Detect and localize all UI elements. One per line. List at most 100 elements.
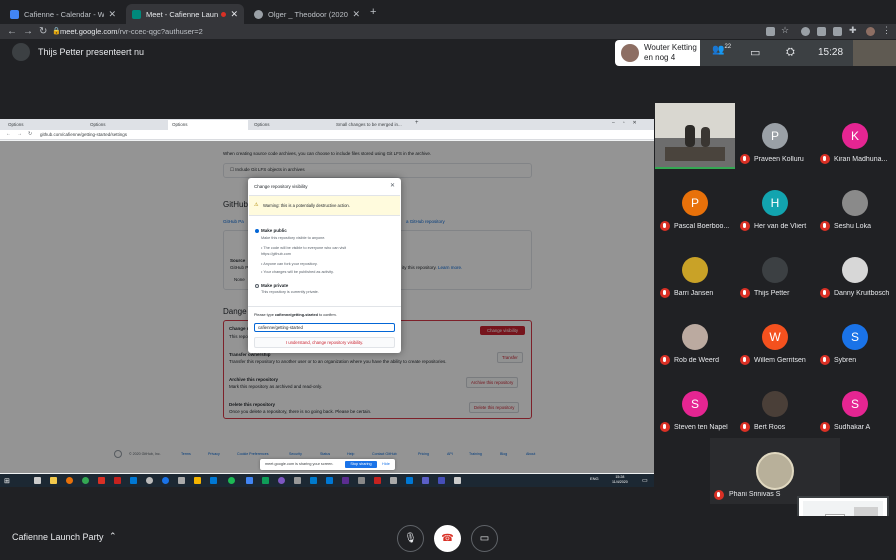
- participant-tile[interactable]: Bert Roos: [735, 371, 815, 435]
- participant-name: Danny Kruitbosch: [834, 290, 890, 297]
- public-bullet: • The code will be visible to everyone w…: [261, 246, 347, 256]
- taskbar-app-icon: [390, 477, 397, 484]
- participant-avatar: S: [682, 391, 708, 417]
- participant-name: Steven ten Napel: [674, 424, 728, 431]
- participant-tile[interactable]: P Praveen Kolluru: [735, 103, 815, 167]
- participant-name: Her van de Vliert: [754, 223, 807, 230]
- shared-tab: Options: [254, 122, 270, 127]
- reload-icon[interactable]: ↻: [39, 24, 47, 39]
- taskbar-clock: 15:28 11/4/2020: [612, 475, 628, 484]
- participant-name: Barri Jansen: [674, 290, 714, 297]
- muted-mic-icon: [740, 355, 750, 365]
- browser-tab-meet[interactable]: Meet - Cafienne Launch Pa ✕: [126, 4, 244, 24]
- video-person: [701, 127, 710, 147]
- close-icon[interactable]: ✕: [230, 9, 238, 20]
- confirm-visibility-button: I understand, change repository visibili…: [254, 337, 395, 348]
- participant-tile[interactable]: S Steven ten Napel: [655, 371, 735, 435]
- camera-button[interactable]: ▭: [471, 525, 498, 552]
- profile-avatar[interactable]: [866, 27, 875, 36]
- meeting-title[interactable]: Cafienne Launch Party: [12, 532, 104, 542]
- microphone-button[interactable]: 🎙: [397, 525, 424, 552]
- video-person: [685, 125, 695, 147]
- participant-tile[interactable]: Rob de Weerd: [655, 304, 735, 368]
- shared-nav-icons: ←→↻: [6, 131, 39, 137]
- participant-tile[interactable]: Barri Jansen: [655, 237, 735, 301]
- extension-icon[interactable]: [833, 27, 842, 36]
- participant-tile[interactable]: S Sudhakar A: [815, 371, 895, 435]
- back-icon[interactable]: ←: [7, 24, 17, 39]
- make-private-radio: [255, 284, 259, 288]
- taskbar-app-icon: [438, 477, 445, 484]
- muted-mic-icon: [660, 288, 670, 298]
- shield-icon[interactable]: [817, 27, 826, 36]
- muted-mic-icon: [660, 355, 670, 365]
- muted-mic-icon: [660, 422, 670, 432]
- make-private-desc: This repository is currently private.: [261, 290, 319, 294]
- shared-window-controls: –▫✕: [612, 120, 645, 126]
- chat-icon[interactable]: ▭: [750, 46, 760, 59]
- close-icon[interactable]: ✕: [108, 9, 116, 20]
- participant-tile[interactable]: Phani Srinivas S: [710, 438, 840, 504]
- taskbar-app-icon: [194, 477, 201, 484]
- camera-icon[interactable]: [766, 27, 775, 36]
- extension-icon[interactable]: [801, 27, 810, 36]
- taskbar-app-icon: [454, 477, 461, 484]
- participant-avatar: K: [842, 123, 868, 149]
- url-field[interactable]: meet.google.com/rvr-ccec-qgc?authuser=2: [60, 27, 203, 36]
- participant-tile[interactable]: P Pascal Boerboo...: [655, 170, 735, 234]
- participant-tile[interactable]: K Kiran Madhuna...: [815, 103, 895, 167]
- participant-photo: [682, 324, 708, 350]
- new-tab-button[interactable]: +: [370, 6, 376, 18]
- muted-mic-icon: [714, 490, 724, 500]
- participant-tile[interactable]: Seshu Loka: [815, 170, 895, 234]
- puzzle-icon[interactable]: ✚: [849, 25, 857, 36]
- self-view-thumbnail[interactable]: [853, 40, 896, 66]
- confirm-prompt: Please type cafienne/getting-started to …: [254, 313, 337, 317]
- participant-name: Thijs Petter: [754, 290, 790, 297]
- hide-button: Hide: [382, 462, 390, 466]
- close-icon[interactable]: ✕: [352, 9, 360, 20]
- taskbar-app-icon: [358, 477, 365, 484]
- shared-tab: Options: [90, 122, 106, 127]
- participant-tile[interactable]: W Willem Gerritsen: [735, 304, 815, 368]
- participant-photo: [842, 257, 868, 283]
- participant-avatar: H: [762, 190, 788, 216]
- video-table: [665, 147, 725, 161]
- taskbar-language: ENG: [590, 476, 599, 481]
- dialog-title: Change repository visibility: [254, 184, 308, 189]
- globe-icon: [254, 9, 263, 19]
- participant-name: Pascal Boerboo...: [674, 223, 730, 230]
- forward-icon[interactable]: →: [23, 24, 33, 39]
- participant-name: Rob de Weerd: [674, 357, 720, 364]
- participant-tile[interactable]: H Her van de Vliert: [735, 170, 815, 234]
- hang-up-button[interactable]: ☎: [434, 525, 461, 552]
- shared-tab: Options: [8, 122, 24, 127]
- taskbar-app-icon: [34, 477, 41, 484]
- chevron-up-icon[interactable]: ⌃: [109, 531, 117, 542]
- people-icon: 👥: [712, 44, 725, 56]
- confirm-repo-input: cafienne/getting-started: [254, 323, 395, 332]
- participant-tile[interactable]: S Sybren: [815, 304, 895, 368]
- browser-tab-calendar[interactable]: Cafienne - Calendar - Week of ✕: [4, 4, 122, 24]
- participant-tile[interactable]: Danny Kruitbosch: [815, 237, 895, 301]
- more-menu-icon[interactable]: ⋮: [882, 25, 891, 36]
- make-public-desc: Make this repository visible to anyone.: [261, 236, 326, 240]
- participant-tile[interactable]: Thijs Petter: [735, 237, 815, 301]
- people-button[interactable]: 👥22: [712, 44, 731, 55]
- activities-icon[interactable]: ⛭: [786, 46, 795, 59]
- phone-hangup-icon: ☎: [441, 533, 454, 544]
- star-icon[interactable]: ☆: [781, 25, 789, 36]
- warning-text: Warning: this is a potentially destructi…: [263, 203, 350, 208]
- spotify-icon: [228, 477, 235, 484]
- taskbar-app-icon: [406, 477, 413, 484]
- browser-tab-document[interactable]: Olger _ Theodoor (2020-11-0 ✕: [248, 4, 366, 24]
- make-public-label: Make public: [261, 228, 287, 233]
- make-public-radio: [255, 229, 259, 233]
- participant-tile-video[interactable]: [655, 103, 735, 169]
- muted-mic-icon: [820, 221, 830, 231]
- taskbar-app-icon: [130, 477, 137, 484]
- recording-dot-icon: [221, 11, 227, 17]
- public-bullet: • Your changes will be published as acti…: [261, 270, 334, 274]
- shared-url: github.com/cafienne/getting-started/sett…: [40, 132, 128, 137]
- teams-icon: [422, 477, 429, 484]
